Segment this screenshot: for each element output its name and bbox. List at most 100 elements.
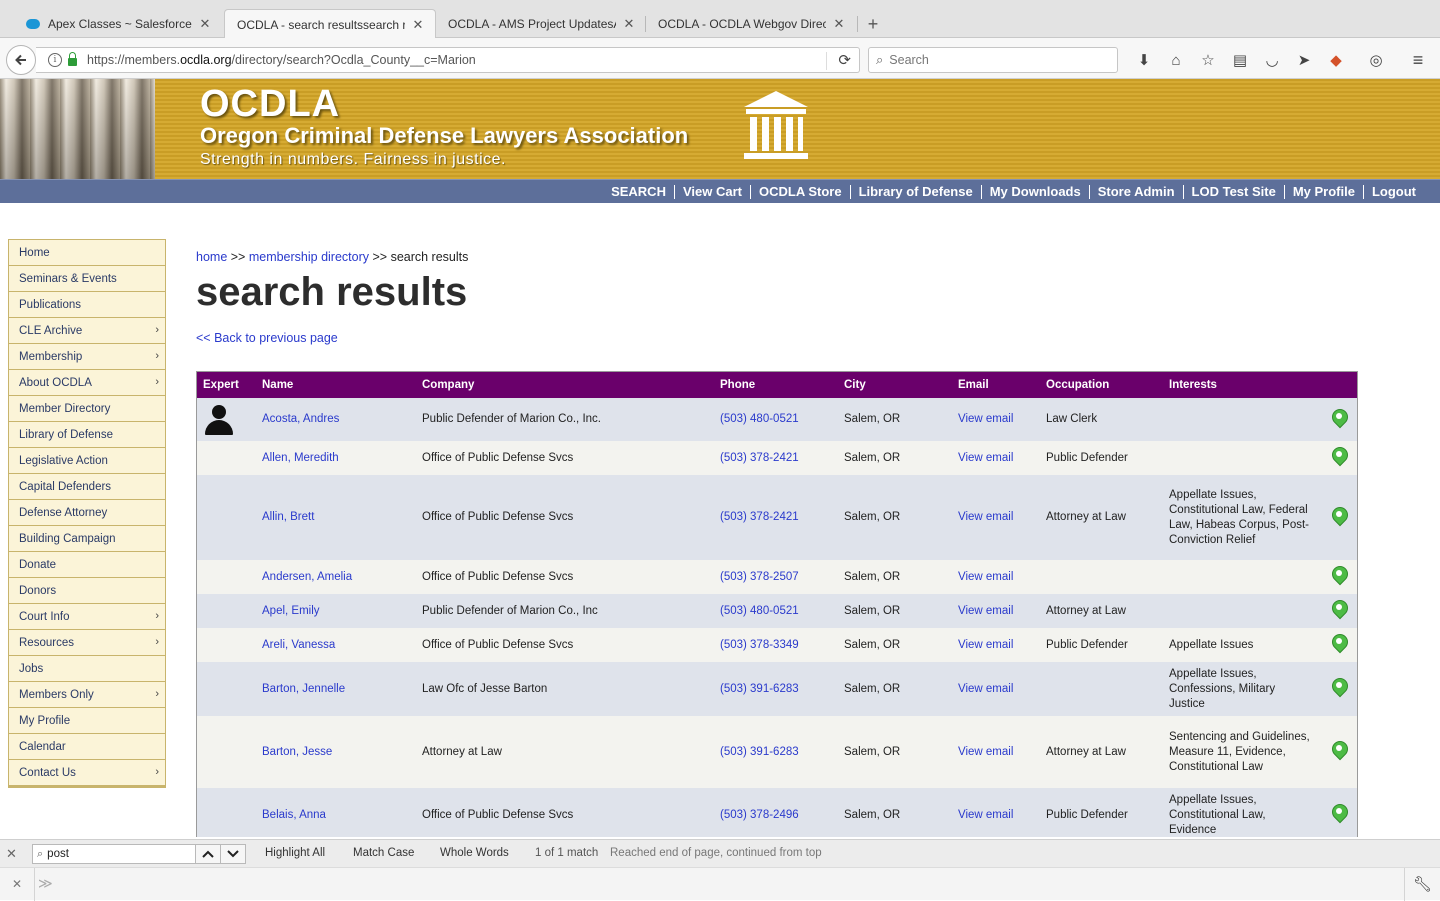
bookmark-star-icon[interactable]: ☆ xyxy=(1192,49,1224,71)
topnav-link-my-downloads[interactable]: My Downloads xyxy=(980,185,1089,199)
member-name-link[interactable]: Allen, Meredith xyxy=(256,441,416,475)
sidebar-item-resources[interactable]: Resources › xyxy=(9,630,165,656)
topnav-link-search[interactable]: SEARCH xyxy=(603,185,674,199)
topnav-link-ocdla-store[interactable]: OCDLA Store xyxy=(749,185,850,199)
view-email-link[interactable]: View email xyxy=(952,398,1040,441)
member-name-link[interactable]: Allin, Brett xyxy=(256,475,416,560)
match-case-toggle[interactable]: Match Case xyxy=(353,847,414,859)
url-bar[interactable]: i https://members.ocdla.org/directory/se… xyxy=(36,47,860,73)
new-tab-button[interactable]: + xyxy=(864,14,882,35)
highlight-all-toggle[interactable]: Highlight All xyxy=(265,847,325,859)
find-next-button[interactable] xyxy=(220,844,246,864)
sidebar-item-members-only[interactable]: Members Only › xyxy=(9,682,165,708)
member-name-link[interactable]: Barton, Jesse xyxy=(256,716,416,788)
sidebar-item-member-directory[interactable]: Member Directory xyxy=(9,396,165,422)
sidebar-item-cle-archive[interactable]: CLE Archive › xyxy=(9,318,165,344)
topnav-link-view-cart[interactable]: View Cart xyxy=(673,185,750,199)
back-button[interactable] xyxy=(6,45,36,75)
tab-close-icon[interactable]: ✕ xyxy=(622,16,636,32)
find-previous-button[interactable] xyxy=(195,844,221,864)
map-pin-icon[interactable] xyxy=(1331,804,1347,826)
find-close-icon[interactable]: ✕ xyxy=(6,846,17,862)
sidebar-item-building-campaign[interactable]: Building Campaign xyxy=(9,526,165,552)
lock-icon[interactable] xyxy=(68,52,77,66)
extension-icon[interactable]: ◆ xyxy=(1320,49,1352,71)
sidebar-item-about-ocdla[interactable]: About OCDLA › xyxy=(9,370,165,396)
sidebar-item-seminars-events[interactable]: Seminars & Events xyxy=(9,266,165,292)
tab-ams-project-updates[interactable]: OCDLA - AMS Project UpdatesAM ✕ xyxy=(436,10,646,38)
tab-search-results[interactable]: OCDLA - search resultssearch re ✕ xyxy=(224,9,436,39)
member-name-link[interactable]: Areli, Vanessa xyxy=(256,628,416,662)
member-name-link[interactable]: Apel, Emily xyxy=(256,594,416,628)
tab-close-icon[interactable]: ✕ xyxy=(198,16,212,32)
topnav-link-logout[interactable]: Logout xyxy=(1362,185,1424,199)
find-input[interactable]: ⌕ post xyxy=(32,844,196,864)
sidebar-item-legislative-action[interactable]: Legislative Action xyxy=(9,448,165,474)
sidebar-item-publications[interactable]: Publications xyxy=(9,292,165,318)
phone-link[interactable]: (503) 378-2496 xyxy=(714,788,838,837)
menu-icon[interactable]: ≡ xyxy=(1402,49,1434,71)
sidebar-item-contact-us[interactable]: Contact Us › xyxy=(9,760,165,786)
member-name-link[interactable]: Andersen, Amelia xyxy=(256,560,416,594)
view-email-link[interactable]: View email xyxy=(952,662,1040,716)
org-abbreviation[interactable]: OCDLA xyxy=(200,83,340,126)
member-name-link[interactable]: Belais, Anna xyxy=(256,788,416,837)
sidebar-item-defense-attorney[interactable]: Defense Attorney xyxy=(9,500,165,526)
map-pin-icon[interactable] xyxy=(1331,409,1347,431)
sidebar-item-donors[interactable]: Donors xyxy=(9,578,165,604)
addon-bar-close-icon[interactable]: ✕ xyxy=(12,877,22,891)
phone-link[interactable]: (503) 391-6283 xyxy=(714,716,838,788)
topnav-link-lod-test-site[interactable]: LOD Test Site xyxy=(1182,185,1284,199)
phone-link[interactable]: (503) 378-2421 xyxy=(714,475,838,560)
sidebar-item-my-profile[interactable]: My Profile xyxy=(9,708,165,734)
view-email-link[interactable]: View email xyxy=(952,475,1040,560)
tab-webgov-directory[interactable]: OCDLA - OCDLA Webgov Directo ✕ xyxy=(646,10,856,38)
download-icon[interactable]: ⬇ xyxy=(1128,49,1160,71)
phone-link[interactable]: (503) 480-0521 xyxy=(714,398,838,441)
breadcrumb-directory-link[interactable]: membership directory xyxy=(249,250,369,264)
sidebar-item-court-info[interactable]: Court Info › xyxy=(9,604,165,630)
view-email-link[interactable]: View email xyxy=(952,560,1040,594)
home-icon[interactable]: ⌂ xyxy=(1160,49,1192,71)
sidebar-item-library-of-defense[interactable]: Library of Defense xyxy=(9,422,165,448)
reading-list-icon[interactable]: ▤ xyxy=(1224,49,1256,71)
browser-search-bar[interactable]: ⌕ Search xyxy=(868,47,1118,73)
phone-link[interactable]: (503) 378-2421 xyxy=(714,441,838,475)
view-email-link[interactable]: View email xyxy=(952,716,1040,788)
tab-close-icon[interactable]: ✕ xyxy=(832,16,846,32)
back-to-previous-link[interactable]: << Back to previous page xyxy=(196,331,338,345)
send-icon[interactable]: ➤ xyxy=(1288,49,1320,71)
map-pin-icon[interactable] xyxy=(1331,741,1347,763)
breadcrumb-home-link[interactable]: home xyxy=(196,250,227,264)
map-pin-icon[interactable] xyxy=(1331,600,1347,622)
topnav-link-store-admin[interactable]: Store Admin xyxy=(1088,185,1183,199)
member-name-link[interactable]: Barton, Jennelle xyxy=(256,662,416,716)
map-pin-icon[interactable] xyxy=(1331,507,1347,529)
overflow-chevron-icon[interactable]: ≫ xyxy=(38,875,53,892)
phone-link[interactable]: (503) 391-6283 xyxy=(714,662,838,716)
url-text[interactable]: https://members.ocdla.org/directory/sear… xyxy=(87,53,476,67)
view-email-link[interactable]: View email xyxy=(952,788,1040,837)
map-pin-icon[interactable] xyxy=(1331,566,1347,588)
topnav-link-library-of-defense[interactable]: Library of Defense xyxy=(849,185,981,199)
topnav-link-my-profile[interactable]: My Profile xyxy=(1283,185,1363,199)
sidebar-item-jobs[interactable]: Jobs xyxy=(9,656,165,682)
pocket-icon[interactable]: ◡ xyxy=(1256,49,1288,71)
sidebar-item-calendar[interactable]: Calendar xyxy=(9,734,165,760)
map-pin-icon[interactable] xyxy=(1331,678,1347,700)
reload-icon[interactable]: ⟳ xyxy=(838,51,851,69)
phone-link[interactable]: (503) 378-2507 xyxy=(714,560,838,594)
sidebar-item-membership[interactable]: Membership › xyxy=(9,344,165,370)
globe-icon[interactable]: ◎ xyxy=(1360,49,1392,71)
map-pin-icon[interactable] xyxy=(1331,447,1347,469)
view-email-link[interactable]: View email xyxy=(952,594,1040,628)
sidebar-item-donate[interactable]: Donate xyxy=(9,552,165,578)
phone-link[interactable]: (503) 378-3349 xyxy=(714,628,838,662)
phone-link[interactable]: (503) 480-0521 xyxy=(714,594,838,628)
member-name-link[interactable]: Acosta, Andres xyxy=(256,398,416,441)
info-icon[interactable]: i xyxy=(48,53,62,67)
sidebar-item-home[interactable]: Home xyxy=(9,240,165,266)
map-pin-icon[interactable] xyxy=(1331,634,1347,656)
sidebar-item-capital-defenders[interactable]: Capital Defenders xyxy=(9,474,165,500)
whole-words-toggle[interactable]: Whole Words xyxy=(440,847,509,859)
